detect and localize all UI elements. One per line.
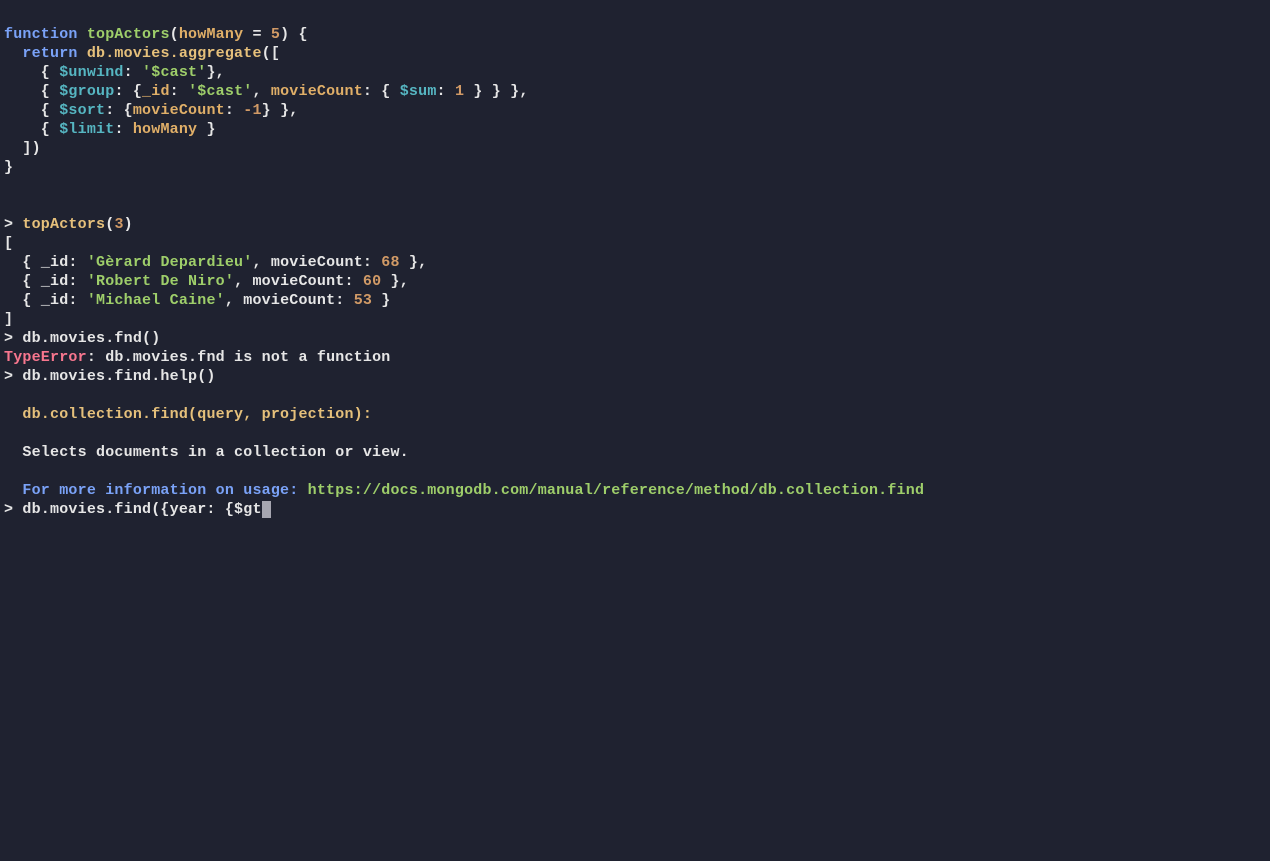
cast-str-2: '$cast'	[188, 83, 252, 100]
code-line-4: { $group: {_id: '$cast', movieCount: { $…	[4, 83, 529, 100]
prompt-2: >	[4, 330, 22, 347]
error-msg: : db.movies.fnd is not a function	[87, 349, 391, 366]
error-label: TypeError	[4, 349, 87, 366]
op-group: $group	[59, 83, 114, 100]
fn-param: howMany	[179, 26, 243, 43]
agg-close: ])	[22, 140, 40, 157]
fn-name: topActors	[87, 26, 170, 43]
keyword-return: return	[22, 45, 77, 62]
fnd-call-line: > db.movies.fnd()	[4, 330, 160, 347]
result-name-3: 'Michael Caine'	[87, 292, 225, 309]
result-row-3: { _id: 'Michael Caine', movieCount: 53 }	[4, 292, 391, 309]
prompt-4: >	[4, 501, 22, 518]
op-sum: $sum	[400, 83, 437, 100]
result-mc-label-1: movieCount	[271, 254, 363, 271]
cast-str-1: '$cast'	[142, 64, 206, 81]
result-name-2: 'Robert De Niro'	[87, 273, 234, 290]
blank-line-4	[4, 425, 13, 442]
help-sig-args: (query, projection)	[188, 406, 363, 423]
help-desc: Selects documents in a collection or vie…	[22, 444, 408, 461]
result-count-2: 60	[363, 273, 381, 290]
op-sort: $sort	[59, 102, 105, 119]
results-open: [	[4, 235, 13, 252]
id-key-1: _id	[142, 83, 170, 100]
op-unwind: $unwind	[59, 64, 123, 81]
result-count-1: 68	[381, 254, 399, 271]
num-one: 1	[455, 83, 464, 100]
db-agg: db.movies.aggregate	[87, 45, 262, 62]
code-line-5: { $sort: {movieCount: -1} },	[4, 102, 298, 119]
cursor-icon	[262, 501, 271, 518]
help-desc-line: Selects documents in a collection or vie…	[4, 444, 409, 461]
help-url: https://docs.mongodb.com/manual/referenc…	[308, 482, 925, 499]
moviecount-key-2: movieCount	[133, 102, 225, 119]
result-mc-label-2: movieCount	[252, 273, 344, 290]
moviecount-key-1: movieCount	[271, 83, 363, 100]
blank-line-5	[4, 463, 13, 480]
result-id-label-3: _id	[41, 292, 69, 309]
howmany-ref: howMany	[133, 121, 197, 138]
keyword-function: function	[4, 26, 78, 43]
result-mc-label-3: movieCount	[243, 292, 335, 309]
input-line[interactable]: > db.movies.find({year: {$gt	[4, 501, 271, 518]
terminal[interactable]: function topActors(howMany = 5) { return…	[0, 0, 1270, 525]
code-line-2: return db.movies.aggregate([	[4, 45, 280, 62]
help-more-info: For more information on usage:	[22, 482, 298, 499]
result-name-1: 'Gèrard Depardieu'	[87, 254, 253, 271]
fn-eq: =	[243, 26, 271, 43]
results-close: ]	[4, 311, 13, 328]
call-fn: topActors	[22, 216, 105, 233]
blank-line-3	[4, 387, 13, 404]
help-call-line: > db.movies.find.help()	[4, 368, 216, 385]
op-limit: $limit	[59, 121, 114, 138]
error-line: TypeError: db.movies.fnd is not a functi…	[4, 349, 390, 366]
code-line-6: { $limit: howMany }	[4, 121, 216, 138]
help-url-link[interactable]: https://docs.mongodb.com/manual/referenc…	[308, 482, 925, 499]
blank-line-2	[4, 197, 13, 214]
input-text: db.movies.find({year: {$gt	[22, 501, 261, 518]
call-close: )	[124, 216, 133, 233]
call-arg: 3	[114, 216, 123, 233]
call-line: > topActors(3)	[4, 216, 133, 233]
help-more-line: For more information on usage: https://d…	[4, 482, 924, 499]
agg-open: ([	[262, 45, 280, 62]
help-call-text: db.movies.find.help()	[22, 368, 215, 385]
result-id-label-2: _id	[41, 273, 69, 290]
prompt-1: >	[4, 216, 22, 233]
fnd-call-text: db.movies.fnd()	[22, 330, 160, 347]
help-sig-colon: :	[363, 406, 372, 423]
num-neg-one: -1	[243, 102, 261, 119]
result-row-1: { _id: 'Gèrard Depardieu', movieCount: 6…	[4, 254, 427, 271]
code-line-8: }	[4, 159, 13, 176]
code-line-1: function topActors(howMany = 5) {	[4, 26, 308, 43]
fn-default: 5	[271, 26, 280, 43]
blank-line-1	[4, 178, 13, 195]
help-sig-prefix: db.collection.find	[22, 406, 188, 423]
fn-sig-end: ) {	[280, 26, 308, 43]
prompt-3: >	[4, 368, 22, 385]
code-line-3: { $unwind: '$cast'},	[4, 64, 225, 81]
result-id-label-1: _id	[41, 254, 69, 271]
result-row-2: { _id: 'Robert De Niro', movieCount: 60 …	[4, 273, 409, 290]
result-count-3: 53	[354, 292, 372, 309]
help-sig-line: db.collection.find(query, projection):	[4, 406, 372, 423]
code-line-7: ])	[4, 140, 41, 157]
fn-close: }	[4, 159, 13, 176]
